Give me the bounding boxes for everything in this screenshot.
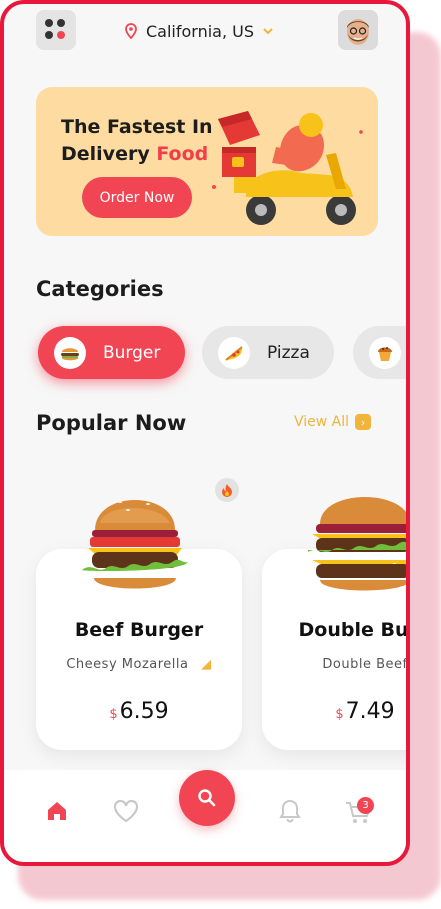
- bell-icon[interactable]: [278, 798, 302, 824]
- arrow-right-icon: ›: [355, 414, 372, 430]
- price-value: 6.59: [119, 699, 169, 724]
- beef-burger-image: [82, 497, 188, 589]
- popular-title: Popular Now: [36, 411, 187, 435]
- location-selector[interactable]: California, US: [124, 18, 274, 44]
- menu-button[interactable]: [36, 10, 76, 50]
- price-value: 7.49: [345, 699, 395, 724]
- phone-frame: California, US The Fastest In Delivery F…: [0, 0, 410, 866]
- currency-symbol: $: [109, 707, 118, 722]
- heart-icon[interactable]: [112, 798, 140, 824]
- cheese-icon: ◢: [201, 657, 212, 672]
- food-name: Beef Burger: [74, 619, 204, 641]
- banner-title-highlight: Food: [156, 143, 209, 165]
- hot-badge: [215, 478, 239, 502]
- menu-dot-icon: [45, 19, 53, 27]
- burger-icon: [54, 336, 86, 369]
- banner-title-line2: Delivery Food: [61, 143, 208, 165]
- category-chip-pizza[interactable]: Pizza: [202, 326, 334, 379]
- avatar[interactable]: [338, 10, 378, 50]
- menu-dot-icon: [57, 31, 65, 39]
- banner-title-line1: The Fastest In: [61, 116, 213, 138]
- food-subtitle-text: Cheesy Mozarella: [66, 657, 189, 672]
- menu-dot-icon: [57, 19, 65, 27]
- category-label: Burger: [103, 342, 161, 363]
- food-subtitle: Cheesy Mozarella ◢: [36, 657, 242, 672]
- food-price: $7.49: [262, 699, 406, 724]
- currency-symbol: $: [335, 707, 344, 722]
- location-label: California, US: [146, 21, 255, 41]
- category-label: Pizza: [267, 342, 310, 363]
- promo-banner: The Fastest In Delivery Food Order Now: [36, 87, 378, 236]
- fire-icon: [222, 484, 232, 497]
- food-subtitle: Double Beef: [262, 657, 408, 672]
- delivery-scooter-illustration: [212, 111, 363, 225]
- view-all-link[interactable]: View All ›: [294, 414, 372, 430]
- home-icon[interactable]: [45, 799, 69, 823]
- double-burger-image: [308, 497, 406, 591]
- food-subtitle-text: Double Beef: [322, 657, 408, 672]
- view-all-label: View All: [294, 414, 350, 430]
- search-button[interactable]: [179, 770, 235, 826]
- cart-badge: 3: [357, 797, 374, 814]
- muffin-icon: [369, 336, 401, 369]
- order-now-button[interactable]: Order Now: [82, 177, 192, 218]
- banner-title-prefix: Delivery: [61, 143, 150, 165]
- category-chip-burger[interactable]: Burger: [38, 326, 185, 379]
- chevron-down-icon: [263, 28, 273, 35]
- food-price: $6.59: [36, 699, 242, 724]
- category-chip-muffin[interactable]: [353, 326, 406, 379]
- search-icon: [198, 789, 216, 807]
- location-pin-icon: [125, 23, 137, 39]
- menu-dot-icon: [45, 31, 53, 39]
- avatar-face-icon: [338, 10, 378, 50]
- categories-title: Categories: [36, 277, 164, 301]
- pizza-icon: [218, 336, 250, 369]
- food-name: Double Burg: [298, 619, 409, 641]
